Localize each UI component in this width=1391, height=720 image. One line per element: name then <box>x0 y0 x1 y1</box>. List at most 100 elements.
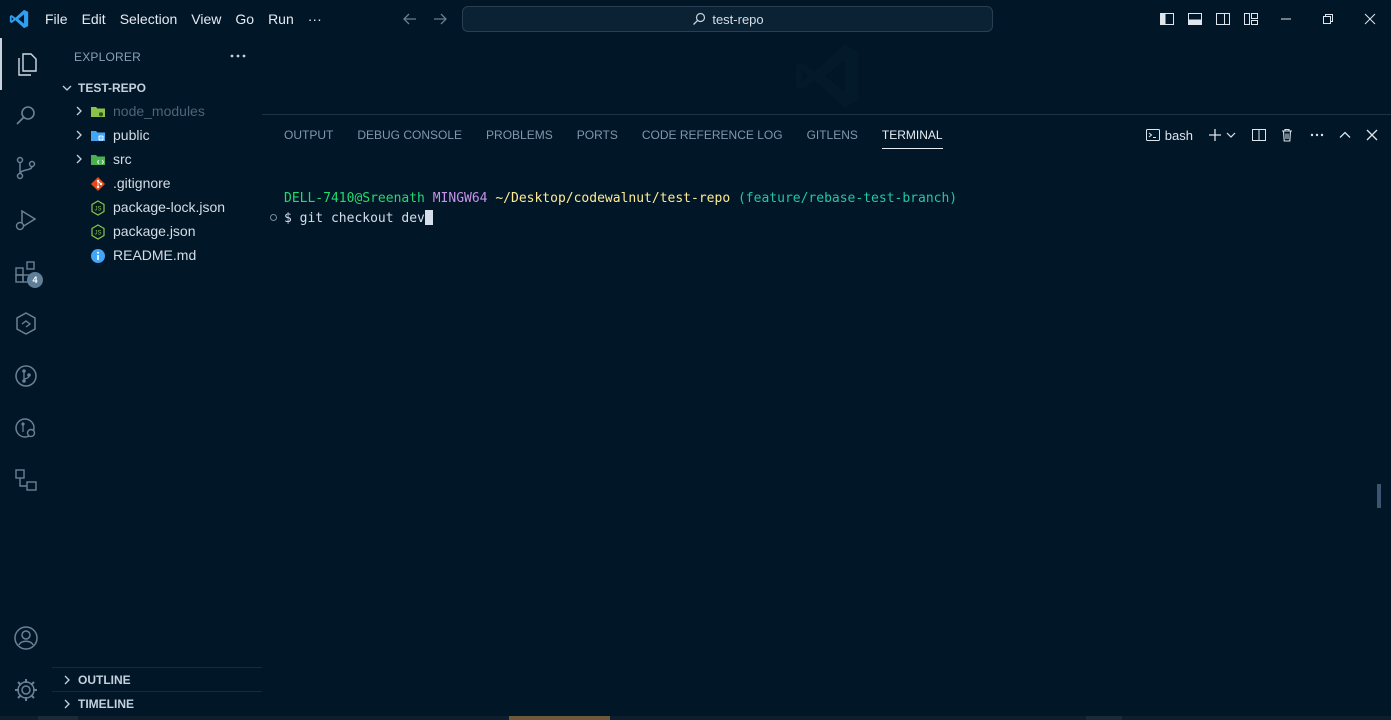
tab-ports[interactable]: PORTS <box>565 115 630 155</box>
trash-icon[interactable] <box>1279 123 1295 147</box>
folder-node-icon <box>91 107 105 117</box>
tree-item-readme[interactable]: README.md <box>52 244 262 268</box>
restore-icon[interactable] <box>1307 0 1349 38</box>
menu-selection[interactable]: Selection <box>113 0 185 38</box>
tab-output[interactable]: OUTPUT <box>272 115 345 155</box>
timeline-label: TIMELINE <box>78 697 134 711</box>
bottom-panel: OUTPUT DEBUG CONSOLE PROBLEMS PORTS CODE… <box>262 114 1391 716</box>
close-window-icon[interactable] <box>1349 0 1391 38</box>
tree-item-label: README.md <box>113 247 197 263</box>
back-arrow-icon[interactable] <box>400 9 420 29</box>
divider <box>52 667 262 668</box>
tree-item-package-lock[interactable]: JS package-lock.json <box>52 196 262 220</box>
timeline-section[interactable]: TIMELINE <box>60 693 134 715</box>
toggle-panel-icon[interactable] <box>1181 0 1209 38</box>
remote-explorer-icon[interactable] <box>0 298 52 350</box>
terminal-command: $ git checkout dev <box>284 211 425 226</box>
divider <box>52 691 262 692</box>
remote-hierarchy-icon[interactable] <box>0 454 52 506</box>
more-actions-icon[interactable] <box>228 48 248 64</box>
terminal-command-line: $ git checkout dev <box>284 210 433 226</box>
terminal-shell-selector[interactable]: bash <box>1145 123 1193 147</box>
status-segment <box>38 716 78 720</box>
run-debug-icon[interactable] <box>0 194 52 246</box>
terminal-path: ~/Desktop/codewalnut/test-repo <box>495 191 731 206</box>
split-terminal-icon[interactable] <box>1251 123 1267 147</box>
tree-item-src[interactable]: src <box>52 148 262 172</box>
terminal-user: DELL-7410@Sreenath <box>284 191 425 206</box>
toggle-secondary-sidebar-icon[interactable] <box>1209 0 1237 38</box>
chevron-right-icon <box>76 130 82 140</box>
terminal-output[interactable]: DELL-7410@Sreenath MINGW64 ~/Desktop/cod… <box>262 187 1372 707</box>
command-center-label: test-repo <box>712 11 764 27</box>
tree-item-label: node_modules <box>113 103 205 119</box>
menu-more[interactable]: ··· <box>301 0 329 38</box>
search-icon[interactable] <box>0 90 52 142</box>
command-center-search[interactable]: test-repo <box>462 6 993 32</box>
terminal-prompt-line: DELL-7410@Sreenath MINGW64 ~/Desktop/cod… <box>284 191 957 206</box>
chevron-right-icon <box>64 675 70 685</box>
git-icon <box>91 177 105 191</box>
chevron-right-icon <box>64 699 70 709</box>
menu-bar: File Edit Selection View Go Run ··· <box>38 0 329 38</box>
chevron-down-icon[interactable] <box>1225 123 1237 147</box>
panel-tabs: OUTPUT DEBUG CONSOLE PROBLEMS PORTS CODE… <box>272 115 955 155</box>
tree-item-node-modules[interactable]: node_modules <box>52 100 262 124</box>
menu-run[interactable]: Run <box>261 0 301 38</box>
chevron-down-icon <box>62 85 72 91</box>
chevron-right-icon <box>76 154 82 164</box>
status-segment <box>509 716 610 720</box>
info-icon <box>91 249 105 263</box>
tab-terminal[interactable]: TERMINAL <box>870 115 955 155</box>
new-terminal-icon[interactable] <box>1207 123 1223 147</box>
editor-area <box>262 38 1391 114</box>
terminal-icon <box>1145 129 1160 141</box>
terminal-scrollbar[interactable] <box>1377 484 1381 508</box>
title-bar: File Edit Selection View Go Run ··· test… <box>0 0 1391 38</box>
tree-item-label: package-lock.json <box>113 199 226 215</box>
minimize-icon[interactable] <box>1265 0 1307 38</box>
gitlens-icon[interactable] <box>0 350 52 402</box>
extensions-badge: 4 <box>27 272 43 288</box>
nodejs-icon: JS <box>91 200 105 216</box>
explorer-icon[interactable] <box>0 38 52 90</box>
explorer-header: EXPLORER <box>74 50 141 64</box>
tab-code-reference-log[interactable]: CODE REFERENCE LOG <box>630 115 795 155</box>
menu-file[interactable]: File <box>38 0 75 38</box>
tab-problems[interactable]: PROBLEMS <box>474 115 565 155</box>
tree-item-package-json[interactable]: JS package.json <box>52 220 262 244</box>
customize-layout-icon[interactable] <box>1237 0 1265 38</box>
tree-item-public[interactable]: public <box>52 124 262 148</box>
status-segment <box>1086 716 1122 720</box>
toggle-primary-sidebar-icon[interactable] <box>1153 0 1181 38</box>
gitlens-inspect-icon[interactable] <box>0 402 52 454</box>
menu-edit[interactable]: Edit <box>75 0 113 38</box>
tab-gitlens[interactable]: GITLENS <box>795 115 870 155</box>
terminal-branch: (feature/rebase-test-branch) <box>737 191 958 206</box>
folder-src-icon <box>91 155 105 165</box>
forward-arrow-icon[interactable] <box>430 9 450 29</box>
shell-name: bash <box>1164 127 1193 143</box>
terminal-host: MINGW64 <box>432 191 488 206</box>
extensions-icon[interactable]: 4 <box>0 246 52 298</box>
tree-item-label: src <box>113 151 132 167</box>
panel-actions: bash <box>1137 123 1379 147</box>
account-icon[interactable] <box>0 612 52 664</box>
tree-item-label: .gitignore <box>113 175 171 191</box>
maximize-panel-icon[interactable] <box>1337 123 1353 147</box>
chevron-right-icon <box>76 106 82 116</box>
close-panel-icon[interactable] <box>1365 123 1379 147</box>
menu-go[interactable]: Go <box>228 0 261 38</box>
vscode-watermark-icon <box>795 44 859 108</box>
source-control-icon[interactable] <box>0 142 52 194</box>
more-actions-icon[interactable] <box>1309 123 1325 147</box>
tree-item-gitignore[interactable]: .gitignore <box>52 172 262 196</box>
workspace-root[interactable]: TEST-REPO <box>60 77 146 99</box>
settings-gear-icon[interactable] <box>0 664 52 716</box>
status-bar <box>0 716 1391 720</box>
tab-debug-console[interactable]: DEBUG CONSOLE <box>345 115 474 155</box>
menu-view[interactable]: View <box>184 0 228 38</box>
outline-section[interactable]: OUTLINE <box>60 669 131 691</box>
command-decoration-icon[interactable] <box>270 214 277 221</box>
outline-label: OUTLINE <box>78 673 131 687</box>
